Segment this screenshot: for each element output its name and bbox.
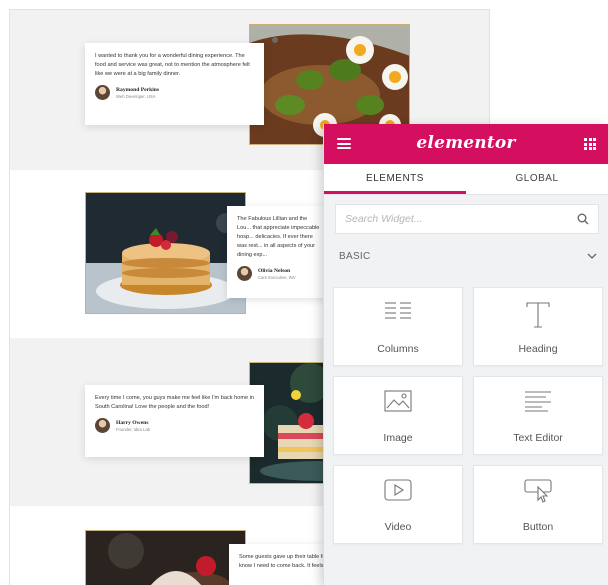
- panel-tabs: ELEMENTS GLOBAL: [324, 164, 608, 195]
- widget-text-editor[interactable]: Text Editor: [473, 376, 603, 455]
- chevron-down-icon: [587, 251, 597, 262]
- author-role: Web Developer, USA: [116, 93, 156, 99]
- search-icon[interactable]: [577, 213, 589, 225]
- testimonial-author: Raymond Perkins Web Developer, USA: [95, 85, 254, 100]
- widget-columns[interactable]: Columns: [333, 287, 463, 366]
- testimonial-quote: Every time I come, you guys make me feel…: [95, 395, 254, 410]
- heading-icon: [474, 301, 602, 329]
- widget-label: Heading: [518, 343, 558, 355]
- testimonial-author: Harry Owens Founder, Idea Lab: [95, 418, 254, 433]
- widget-button[interactable]: Button: [473, 465, 603, 544]
- avatar: [237, 266, 252, 281]
- widget-image[interactable]: Image: [333, 376, 463, 455]
- video-icon: [334, 479, 462, 501]
- category-basic[interactable]: BASIC: [339, 251, 597, 262]
- author-name: Harry Owens: [116, 419, 149, 426]
- elementor-logo: elementor: [416, 133, 516, 153]
- widget-label: Text Editor: [513, 432, 563, 444]
- editor-screen: I wanted to thank you for a wonderful di…: [0, 0, 608, 585]
- apps-grid-icon[interactable]: [584, 138, 596, 150]
- food-photo-dessert: [85, 530, 246, 585]
- search-box: [335, 204, 599, 234]
- testimonial-card: The Fabulous Lillian and the Lou... that…: [227, 206, 332, 298]
- search-widget-input[interactable]: [345, 213, 577, 225]
- testimonial-quote: The Fabulous Lillian and the Lou... that…: [237, 216, 320, 258]
- elementor-panel: elementor ELEMENTS GLOBAL BASIC: [323, 124, 608, 585]
- testimonial-card: Every time I come, you guys make me feel…: [85, 385, 264, 457]
- image-icon: [334, 390, 462, 412]
- testimonial-card: I wanted to thank you for a wonderful di…: [85, 43, 264, 125]
- testimonial-author: Olivia Nelson Care Executive, INV: [237, 266, 322, 281]
- author-name: Raymond Perkins: [116, 86, 160, 93]
- columns-icon: [334, 301, 462, 323]
- panel-header: elementor: [324, 124, 608, 164]
- widget-label: Image: [383, 432, 413, 444]
- author-role: Care Executive, INV: [258, 274, 296, 280]
- widget-label: Columns: [377, 343, 419, 355]
- text-editor-icon: [474, 390, 602, 412]
- testimonial-quote: I wanted to thank you for a wonderful di…: [95, 53, 250, 77]
- widget-heading[interactable]: Heading: [473, 287, 603, 366]
- widget-label: Button: [522, 521, 554, 533]
- button-icon: [474, 479, 602, 503]
- tab-elements[interactable]: ELEMENTS: [324, 164, 466, 194]
- widget-label: Video: [384, 521, 412, 533]
- tab-global[interactable]: GLOBAL: [466, 164, 608, 194]
- avatar: [95, 85, 110, 100]
- author-role: Founder, Idea Lab: [116, 426, 150, 432]
- food-photo-pancakes: [85, 192, 246, 314]
- widget-video[interactable]: Video: [333, 465, 463, 544]
- author-name: Olivia Nelson: [258, 267, 291, 274]
- category-label: BASIC: [339, 251, 371, 262]
- avatar: [95, 418, 110, 433]
- widget-grid: Columns Heading Image Text Editor Video …: [333, 287, 603, 544]
